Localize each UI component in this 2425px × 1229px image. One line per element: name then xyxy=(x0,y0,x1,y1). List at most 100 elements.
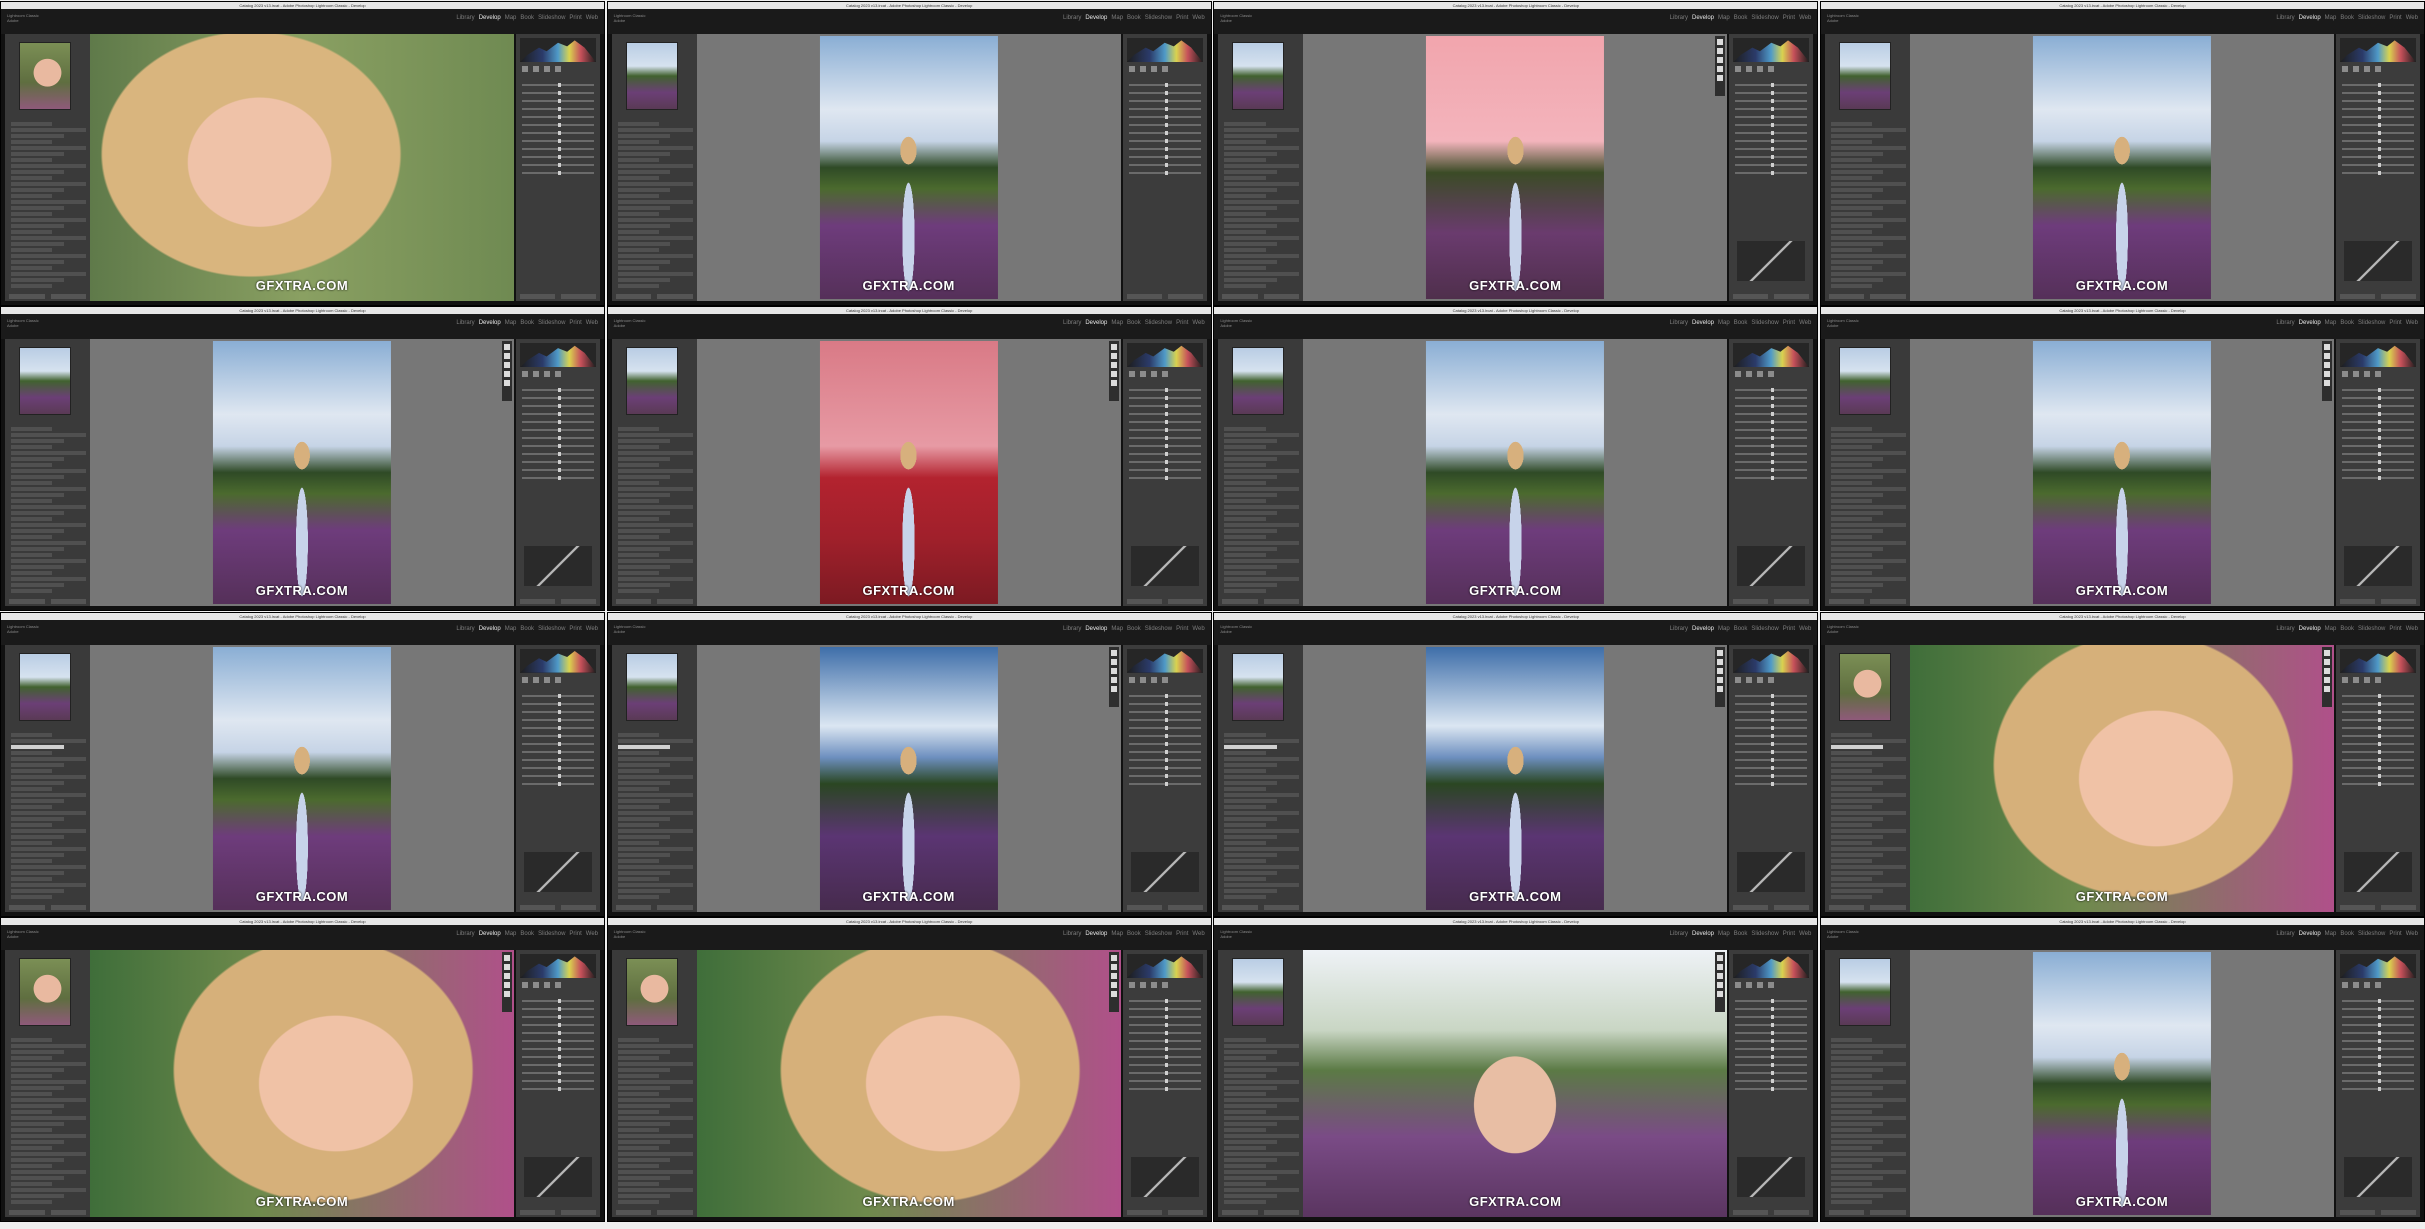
module-tab-book[interactable]: Book xyxy=(520,626,534,632)
adjustment-slider[interactable] xyxy=(1735,733,1808,738)
preset-row[interactable] xyxy=(617,505,693,510)
preset-row[interactable] xyxy=(617,1139,671,1144)
adjustment-slider[interactable] xyxy=(2341,91,2414,95)
preset-row[interactable] xyxy=(617,1073,659,1078)
adjustment-slider[interactable] xyxy=(1735,998,1808,1003)
module-tab-library[interactable]: Library xyxy=(456,626,474,632)
module-tab-develop[interactable]: Develop xyxy=(2299,15,2321,21)
photo-canvas[interactable]: GFXTRA.COM xyxy=(90,644,514,912)
module-tab-map[interactable]: Map xyxy=(505,931,517,937)
adjustment-slider[interactable] xyxy=(522,83,594,87)
adjustment-slider[interactable] xyxy=(2341,757,2414,762)
adjustment-slider[interactable] xyxy=(1735,147,1808,151)
mask-icon[interactable] xyxy=(2323,667,2330,674)
preset-row[interactable] xyxy=(1830,750,1873,755)
red-eye-icon[interactable] xyxy=(1150,66,1157,72)
preset-row[interactable] xyxy=(1830,224,1884,228)
mask-icon[interactable] xyxy=(1110,667,1117,674)
module-tab-print[interactable]: Print xyxy=(569,931,581,937)
adjustment-slider[interactable] xyxy=(522,1070,594,1075)
preset-row[interactable] xyxy=(1830,1067,1884,1072)
preset-row[interactable] xyxy=(11,583,64,588)
preset-row[interactable] xyxy=(11,780,64,785)
module-tab-library[interactable]: Library xyxy=(2276,320,2294,326)
previous-button[interactable] xyxy=(2339,1209,2375,1215)
preset-row[interactable] xyxy=(617,212,659,216)
mask-icon[interactable] xyxy=(504,380,510,387)
preset-row[interactable] xyxy=(1830,858,1873,863)
crop-icon[interactable] xyxy=(1128,371,1135,378)
preset-row[interactable] xyxy=(1830,1043,1906,1048)
preset-row[interactable] xyxy=(1224,858,1266,863)
adjustment-slider[interactable] xyxy=(522,171,594,175)
adjustment-slider[interactable] xyxy=(1735,107,1808,111)
mask-icon[interactable] xyxy=(504,963,510,970)
module-tab-book[interactable]: Book xyxy=(520,15,534,21)
preset-row[interactable] xyxy=(11,206,64,210)
preset-row[interactable] xyxy=(1224,756,1300,761)
preset-row[interactable] xyxy=(617,433,693,438)
adjustment-slider[interactable] xyxy=(522,396,594,401)
previous-button[interactable] xyxy=(1733,1209,1769,1215)
preset-row[interactable] xyxy=(11,1037,53,1042)
mask-icon[interactable] xyxy=(1768,371,1775,378)
adjustment-slider[interactable] xyxy=(1128,709,1201,714)
preset-row[interactable] xyxy=(11,1145,53,1150)
photo-canvas[interactable]: GFXTRA.COM xyxy=(1909,644,2334,912)
preset-row[interactable] xyxy=(11,864,86,869)
preset-row[interactable] xyxy=(1830,559,1906,564)
preset-row[interactable] xyxy=(617,547,671,552)
preset-row[interactable] xyxy=(1830,487,1906,492)
mask-icon[interactable] xyxy=(1717,972,1724,979)
module-tab-web[interactable]: Web xyxy=(2406,320,2418,326)
adjustment-slider[interactable] xyxy=(1128,436,1201,441)
red-eye-icon[interactable] xyxy=(1757,66,1764,72)
module-tab-book[interactable]: Book xyxy=(520,320,534,326)
adjustment-slider[interactable] xyxy=(1128,388,1201,393)
previous-button[interactable] xyxy=(2339,904,2375,910)
preset-row[interactable] xyxy=(11,469,86,474)
preset-row[interactable] xyxy=(11,1109,53,1114)
photo-canvas[interactable]: GFXTRA.COM xyxy=(696,949,1121,1217)
preset-row[interactable] xyxy=(1830,122,1873,126)
adjustment-slider[interactable] xyxy=(522,436,594,441)
preset-row[interactable] xyxy=(1830,212,1873,216)
preset-row[interactable] xyxy=(617,236,693,240)
adjustment-slider[interactable] xyxy=(2341,709,2414,714)
mask-icon[interactable] xyxy=(2374,66,2381,72)
adjustment-slider[interactable] xyxy=(1128,1062,1201,1067)
adjustment-slider[interactable] xyxy=(1735,115,1808,119)
adjustment-slider[interactable] xyxy=(2341,1006,2414,1011)
preset-row[interactable] xyxy=(11,1097,86,1102)
preset-row[interactable] xyxy=(617,1043,693,1048)
adjustment-slider[interactable] xyxy=(1128,717,1201,722)
adjustment-slider[interactable] xyxy=(2341,412,2414,417)
adjustment-slider[interactable] xyxy=(1735,1054,1808,1059)
mask-icon[interactable] xyxy=(1717,66,1724,72)
adjustment-slider[interactable] xyxy=(1128,757,1201,762)
preset-row[interactable] xyxy=(11,182,86,186)
preset-row[interactable] xyxy=(617,732,659,737)
adjustment-slider[interactable] xyxy=(1735,436,1808,441)
adjustment-slider[interactable] xyxy=(522,91,594,95)
preset-row[interactable] xyxy=(617,744,671,749)
adjustment-slider[interactable] xyxy=(522,1046,594,1051)
adjustment-slider[interactable] xyxy=(1128,155,1201,159)
preset-row[interactable] xyxy=(11,523,86,528)
mask-icon[interactable] xyxy=(1110,963,1117,970)
tone-curve[interactable] xyxy=(524,851,592,892)
adjustment-slider[interactable] xyxy=(2341,388,2414,393)
preset-row[interactable] xyxy=(617,134,671,138)
mask-icon[interactable] xyxy=(2323,344,2330,351)
module-tab-library[interactable]: Library xyxy=(1670,626,1688,632)
adjustment-slider[interactable] xyxy=(1735,1006,1808,1011)
module-tab-book[interactable]: Book xyxy=(1734,931,1748,937)
preset-row[interactable] xyxy=(617,1127,659,1132)
preset-row[interactable] xyxy=(11,1103,64,1108)
heal-icon[interactable] xyxy=(1139,371,1146,378)
adjustment-slider[interactable] xyxy=(2341,725,2414,730)
preset-row[interactable] xyxy=(1224,230,1266,234)
adjustment-slider[interactable] xyxy=(522,741,594,746)
preset-row[interactable] xyxy=(11,744,64,749)
preset-row[interactable] xyxy=(1830,834,1884,839)
